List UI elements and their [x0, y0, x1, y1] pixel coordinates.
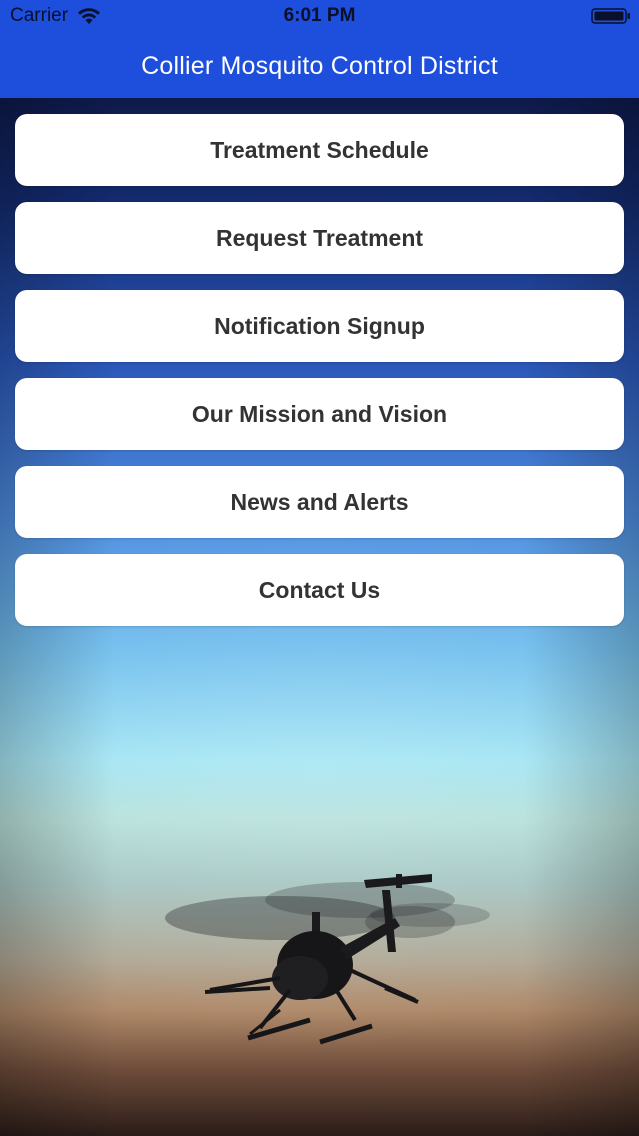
status-bar: Carrier 6:01 PM [0, 0, 639, 34]
request-treatment-button[interactable]: Request Treatment [15, 202, 624, 274]
main-menu: Treatment Schedule Request Treatment Not… [15, 114, 624, 642]
contact-us-button[interactable]: Contact Us [15, 554, 624, 626]
notification-signup-button[interactable]: Notification Signup [15, 290, 624, 362]
news-alerts-button[interactable]: News and Alerts [15, 466, 624, 538]
page-title: Collier Mosquito Control District [141, 51, 498, 80]
navigation-bar: Collier Mosquito Control District [0, 34, 639, 98]
helicopter-image [165, 874, 490, 1045]
app-screen: Carrier 6:01 PM Collier Mosquito Control… [0, 0, 639, 1136]
status-time: 6:01 PM [283, 5, 356, 26]
treatment-schedule-button[interactable]: Treatment Schedule [15, 114, 624, 186]
battery-icon [591, 8, 630, 24]
mission-vision-button[interactable]: Our Mission and Vision [15, 378, 624, 450]
